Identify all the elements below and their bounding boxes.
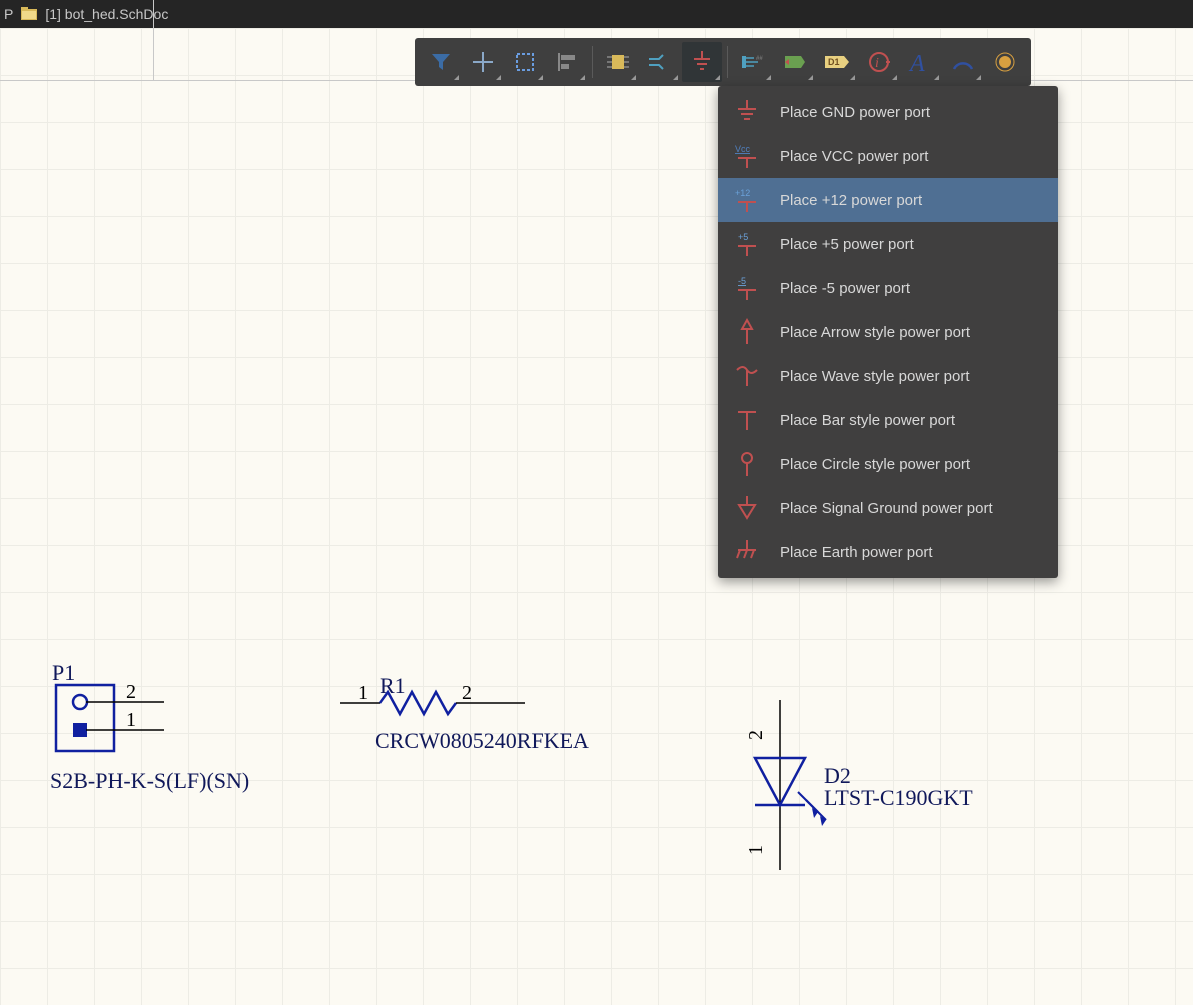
wave-power-icon [732, 361, 762, 391]
connector-p1[interactable]: 2 1 [54, 683, 164, 753]
svg-text:-5: -5 [738, 276, 746, 286]
component-button[interactable] [598, 42, 638, 82]
text-button[interactable]: A [901, 42, 941, 82]
svg-text:Vcc: Vcc [735, 144, 751, 154]
menu-item-gnd[interactable]: Place GND power port [718, 90, 1058, 134]
schematic-canvas[interactable]: ## D1 i A Place GND power [0, 28, 1193, 1005]
svg-text:D1: D1 [828, 57, 840, 67]
align-button[interactable] [547, 42, 587, 82]
menu-label: Place Wave style power port [780, 368, 970, 385]
menu-label: Place Bar style power port [780, 412, 955, 429]
menu-label: Place +12 power port [780, 192, 922, 209]
svg-text:A: A [908, 51, 925, 77]
svg-text:2: 2 [462, 682, 472, 704]
menu-label: Place Earth power port [780, 544, 933, 561]
svg-text:2: 2 [126, 681, 136, 703]
titlebar: P [1] bot_hed.SchDoc [0, 0, 1193, 28]
svg-text:i: i [875, 56, 879, 71]
menu-item-circle[interactable]: Place Circle style power port [718, 442, 1058, 486]
titlebar-p: P [4, 6, 13, 22]
menu-label: Place Arrow style power port [780, 324, 970, 341]
p12-icon: +12 [732, 185, 762, 215]
probe-button[interactable]: i [859, 42, 899, 82]
menu-item-arrow[interactable]: Place Arrow style power port [718, 310, 1058, 354]
tab-title: [1] bot_hed.SchDoc [45, 6, 168, 22]
menu-label: Place VCC power port [780, 148, 928, 165]
menu-label: Place GND power port [780, 104, 930, 121]
netlabel-button[interactable] [775, 42, 815, 82]
arrow-power-icon [732, 317, 762, 347]
svg-text:+12: +12 [735, 188, 750, 198]
bar-power-icon [732, 405, 762, 435]
menu-label: Place -5 power port [780, 280, 910, 297]
menu-item-bar[interactable]: Place Bar style power port [718, 398, 1058, 442]
svg-text:1: 1 [745, 845, 767, 855]
svg-text:+5: +5 [738, 232, 748, 242]
menu-item-earth[interactable]: Place Earth power port [718, 530, 1058, 574]
grid-line-v [153, 0, 154, 80]
p5-icon: +5 [732, 229, 762, 259]
svg-text:2: 2 [745, 730, 767, 740]
menu-item-wave[interactable]: Place Wave style power port [718, 354, 1058, 398]
harness-button[interactable]: ## [733, 42, 773, 82]
doc-icon [21, 6, 37, 22]
p1-value[interactable]: S2B-PH-K-S(LF)(SN) [50, 768, 249, 794]
signal-ground-icon [732, 493, 762, 523]
d2-value[interactable]: LTST-C190GKT [824, 785, 973, 811]
resistor-r1[interactable]: 1 2 [340, 688, 525, 718]
menu-label: Place +5 power port [780, 236, 914, 253]
filter-button[interactable] [421, 42, 461, 82]
move-button[interactable] [463, 42, 503, 82]
menu-label: Place Circle style power port [780, 456, 970, 473]
active-toolbar: ## D1 i A [415, 38, 1031, 86]
menu-item-p12[interactable]: +12 Place +12 power port [718, 178, 1058, 222]
bus-button[interactable] [640, 42, 680, 82]
menu-item-m5[interactable]: -5 Place -5 power port [718, 266, 1058, 310]
power-port-button[interactable] [682, 42, 722, 82]
menu-label: Place Signal Ground power port [780, 500, 993, 517]
menu-item-vcc[interactable]: Vcc Place VCC power port [718, 134, 1058, 178]
menu-item-sig[interactable]: Place Signal Ground power port [718, 486, 1058, 530]
gnd-icon [732, 97, 762, 127]
vcc-icon: Vcc [732, 141, 762, 171]
r1-value[interactable]: CRCW0805240RFKEA [375, 728, 589, 754]
dot-button[interactable] [985, 42, 1025, 82]
svg-text:1: 1 [126, 709, 136, 731]
designator-button[interactable]: D1 [817, 42, 857, 82]
power-port-menu: Place GND power port Vcc Place VCC power… [718, 86, 1058, 578]
earth-icon [732, 537, 762, 567]
m5-icon: -5 [732, 273, 762, 303]
arc-button[interactable] [943, 42, 983, 82]
circle-power-icon [732, 449, 762, 479]
svg-text:##: ## [756, 56, 763, 62]
menu-item-p5[interactable]: +5 Place +5 power port [718, 222, 1058, 266]
selection-button[interactable] [505, 42, 545, 82]
svg-text:1: 1 [358, 682, 368, 704]
